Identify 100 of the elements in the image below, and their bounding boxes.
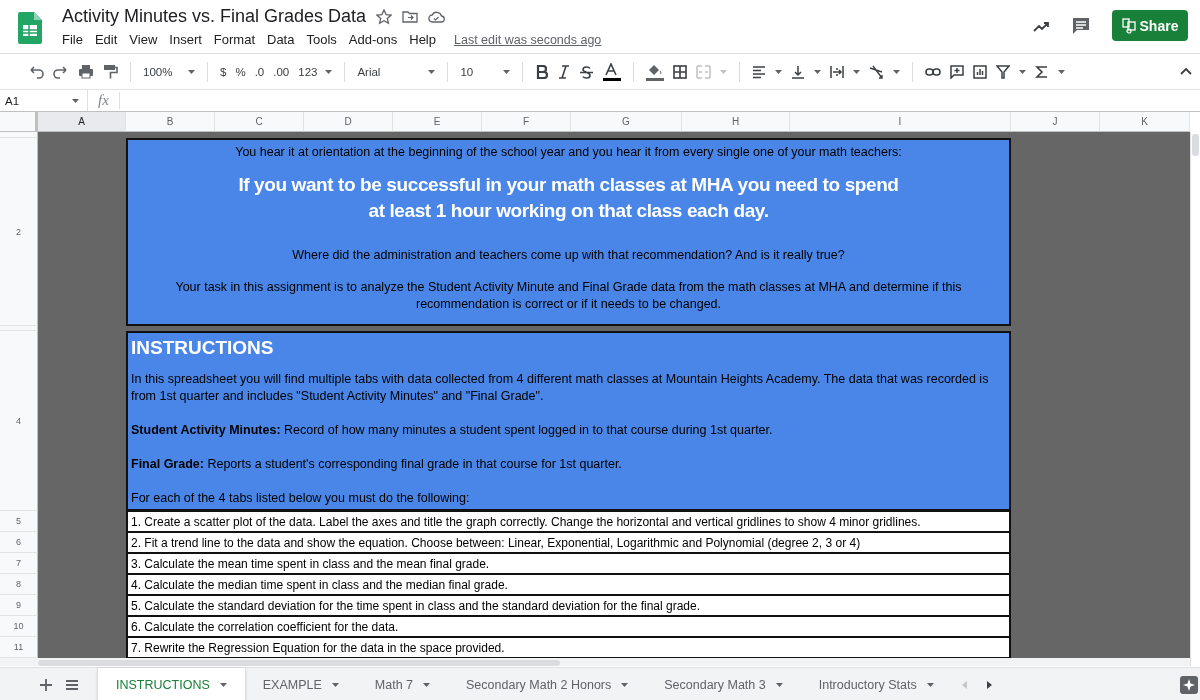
menu-item[interactable]: Add-ons <box>342 32 404 47</box>
row-header[interactable]: 4 <box>0 331 38 511</box>
sheet-tab[interactable]: Secondary Math 2 Honors <box>448 668 647 700</box>
comment-icon[interactable] <box>1072 16 1090 35</box>
borders-icon[interactable] <box>673 64 688 79</box>
row-header[interactable]: 8 <box>0 574 38 595</box>
step-cell[interactable]: 1. Create a scatter plot of the data. Label the axes and title the graph correctly. Change the horizontal and vertical gridlines to show 4 minor gridlines. <box>126 511 1011 532</box>
undo-icon[interactable] <box>28 64 44 79</box>
column-header[interactable]: J <box>1011 112 1100 132</box>
step-cell[interactable]: 5. Calculate the standard deviation for the time spent in class and the standard deviation for the final grade. <box>126 595 1011 616</box>
row-header[interactable]: 7 <box>0 553 38 574</box>
menu-item[interactable]: Tools <box>300 32 343 47</box>
sheet-tab[interactable]: Secondary Math 3 <box>646 668 801 700</box>
caret-icon[interactable] <box>188 69 195 74</box>
vertical-scrollbar-thumb[interactable] <box>1192 134 1199 156</box>
row-header[interactable]: 6 <box>0 532 38 553</box>
paint-format-icon[interactable] <box>103 64 118 79</box>
increase-decimals-button[interactable]: .00 <box>273 65 290 78</box>
step-cell[interactable]: 2. Fit a trend line to the data and show the equation. Choose between: Linear, Exponential, Logarithmic and Polynomial (degree 2, 3 or 4) <box>126 532 1011 553</box>
sheet-tab[interactable]: Math 7 <box>356 668 449 700</box>
row-header[interactable]: 5 <box>0 511 38 532</box>
caret-icon[interactable] <box>893 69 901 74</box>
row-header[interactable]: 11 <box>0 637 38 658</box>
menu-item[interactable]: Edit <box>88 32 124 47</box>
column-header[interactable]: B <box>126 112 215 132</box>
column-header[interactable]: H <box>682 112 790 132</box>
italic-icon[interactable] <box>557 64 571 79</box>
caret-icon[interactable] <box>325 69 333 74</box>
caret-icon[interactable] <box>775 683 783 687</box>
align-left-icon[interactable] <box>752 64 767 79</box>
step-cell[interactable]: 7. Rewrite the Regression Equation for the data in the space provided. <box>126 637 1011 658</box>
column-header[interactable]: D <box>304 112 393 132</box>
explore-icon[interactable] <box>1180 676 1198 694</box>
collapse-icon[interactable] <box>1180 67 1192 76</box>
caret-icon[interactable] <box>72 98 79 103</box>
add-comment-icon[interactable] <box>950 64 965 79</box>
document-title[interactable]: Activity Minutes vs. Final Grades Data <box>62 6 367 27</box>
list-icon[interactable] <box>66 680 78 690</box>
vertical-align-icon[interactable] <box>791 64 806 79</box>
step-cell[interactable]: 3. Calculate the mean time spent in class and the mean final grade. <box>126 553 1011 574</box>
redo-icon[interactable] <box>53 64 69 79</box>
name-box[interactable]: A1 <box>0 90 88 111</box>
sheet-tab[interactable]: INSTRUCTIONS <box>98 668 245 700</box>
caret-icon[interactable] <box>219 683 227 687</box>
column-header[interactable]: A <box>38 112 126 132</box>
caret-icon[interactable] <box>1058 69 1066 74</box>
sheet-tab[interactable]: EXAMPLE <box>244 668 357 700</box>
bold-icon[interactable] <box>535 64 549 79</box>
column-header[interactable]: G <box>571 112 682 132</box>
menu-item[interactable]: View <box>123 32 164 47</box>
caret-icon[interactable] <box>1019 69 1027 74</box>
strikethrough-icon[interactable] <box>579 64 595 79</box>
column-header[interactable]: E <box>393 112 482 132</box>
menu-item[interactable]: Format <box>207 32 261 47</box>
folder-icon[interactable] <box>402 8 419 25</box>
caret-icon[interactable] <box>331 683 339 687</box>
chart-icon[interactable] <box>973 64 988 79</box>
caret-icon[interactable] <box>814 69 822 74</box>
sheets-logo-icon[interactable] <box>18 12 42 44</box>
caret-icon[interactable] <box>503 69 511 74</box>
text-color-icon[interactable] <box>603 62 622 81</box>
text-wrap-icon[interactable] <box>830 64 845 79</box>
sheet-tab[interactable]: Introductory Stats <box>800 668 952 700</box>
row-header[interactable]: 9 <box>0 595 38 616</box>
number-format-dropdown[interactable]: 123 <box>298 65 333 78</box>
share-button[interactable]: Share <box>1112 10 1188 41</box>
font-dropdown[interactable]: Arial <box>357 65 436 78</box>
currency-button[interactable]: $ <box>220 65 227 78</box>
plus-icon[interactable] <box>40 679 52 691</box>
text-rotate-icon[interactable] <box>869 64 885 79</box>
caret-icon[interactable] <box>853 69 861 74</box>
step-cell[interactable]: 4. Calculate the median time spent in class and the median final grade. <box>126 574 1011 595</box>
fill-color-icon[interactable] <box>646 62 665 81</box>
zoom-dropdown[interactable]: 100% <box>143 65 195 78</box>
percent-button[interactable]: % <box>235 65 246 78</box>
menu-item[interactable]: Insert <box>163 32 208 47</box>
last-edit-link[interactable]: Last edit was seconds ago <box>454 32 602 47</box>
filter-icon[interactable] <box>996 64 1011 79</box>
column-header[interactable]: F <box>482 112 571 132</box>
caret-icon[interactable] <box>621 683 629 687</box>
menu-item[interactable]: Data <box>261 32 301 47</box>
step-cell[interactable]: 6. Calculate the correlation coefficient for the data. <box>126 616 1011 637</box>
caret-icon[interactable] <box>428 69 436 74</box>
scroll-right-icon[interactable] <box>986 681 992 689</box>
caret-icon[interactable] <box>926 683 934 687</box>
column-header[interactable]: C <box>215 112 304 132</box>
menu-item[interactable]: File <box>62 32 89 47</box>
menu-item[interactable]: Help <box>403 32 442 47</box>
merge-cells-icon[interactable] <box>696 64 712 79</box>
print-icon[interactable] <box>78 64 94 79</box>
star-icon[interactable] <box>376 8 393 25</box>
column-header[interactable]: K <box>1100 112 1190 132</box>
row-header[interactable]: 10 <box>0 616 38 637</box>
decrease-decimals-button[interactable]: .0 <box>254 65 265 78</box>
caret-icon[interactable] <box>775 69 783 74</box>
column-header[interactable]: I <box>790 112 1011 132</box>
font-size-dropdown[interactable]: 10 <box>460 65 511 78</box>
caret-icon[interactable] <box>423 683 431 687</box>
row-header[interactable]: 2 <box>0 138 38 326</box>
sum-icon[interactable] <box>1035 64 1050 79</box>
